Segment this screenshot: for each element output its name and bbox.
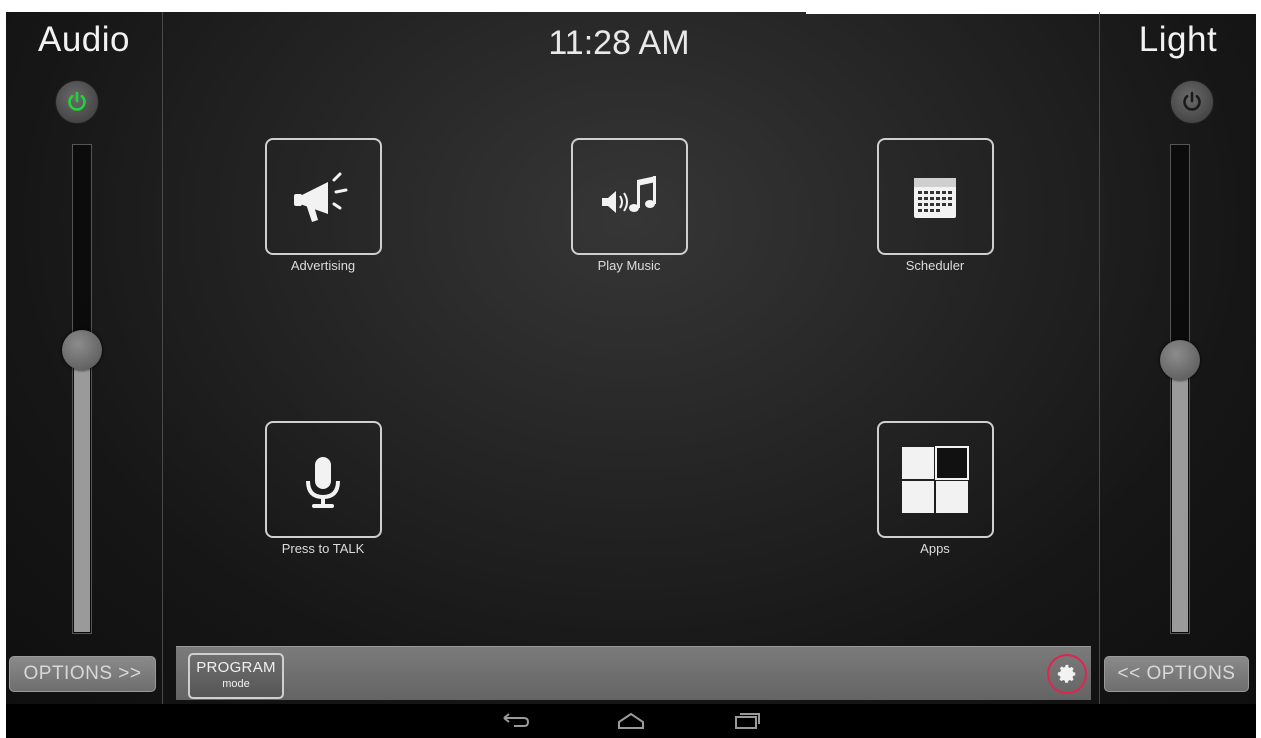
settings-button[interactable] bbox=[1047, 654, 1087, 694]
power-icon bbox=[68, 91, 86, 111]
advertising-button[interactable] bbox=[264, 138, 382, 255]
light-level-slider[interactable] bbox=[1160, 144, 1200, 634]
microphone-icon bbox=[306, 456, 340, 508]
tile-scheduler[interactable]: Scheduler bbox=[835, 138, 1035, 273]
light-slider-fill bbox=[1172, 358, 1188, 632]
press-to-talk-button[interactable] bbox=[264, 421, 382, 538]
program-mode-title: PROGRAM bbox=[196, 659, 276, 676]
light-power-button[interactable] bbox=[1170, 80, 1214, 124]
tile-label-advertising: Advertising bbox=[290, 258, 356, 273]
music-icon bbox=[602, 175, 656, 213]
audio-volume-slider[interactable] bbox=[62, 144, 102, 634]
main-background bbox=[6, 12, 1256, 704]
recent-apps-icon[interactable] bbox=[732, 712, 762, 730]
tile-play-music[interactable]: Play Music bbox=[529, 138, 729, 273]
bottom-toolbar: PROGRAM mode bbox=[176, 646, 1091, 700]
tile-label-apps: Apps bbox=[920, 541, 950, 556]
calendar-icon bbox=[914, 177, 956, 218]
audio-power-button[interactable] bbox=[55, 80, 99, 124]
tile-label-press-to-talk: Press to TALK bbox=[281, 541, 365, 556]
apps-grid-icon bbox=[902, 445, 969, 513]
tile-apps[interactable]: Apps bbox=[835, 421, 1035, 556]
android-nav-bar bbox=[6, 704, 1256, 738]
power-icon bbox=[1183, 91, 1201, 111]
megaphone-icon bbox=[294, 172, 348, 222]
back-icon[interactable] bbox=[500, 712, 530, 730]
apps-button[interactable] bbox=[876, 421, 994, 538]
audio-options-button[interactable]: OPTIONS >> bbox=[9, 656, 156, 692]
scheduler-button[interactable] bbox=[876, 138, 994, 255]
tile-label-scheduler: Scheduler bbox=[905, 258, 965, 273]
tile-press-to-talk[interactable]: Press to TALK bbox=[223, 421, 423, 556]
play-music-button[interactable] bbox=[570, 138, 688, 255]
light-slider-thumb[interactable] bbox=[1160, 339, 1200, 380]
audio-panel: Audio OPTIONS >> bbox=[6, 12, 163, 704]
home-icon[interactable] bbox=[616, 712, 646, 730]
audio-slider-thumb[interactable] bbox=[62, 329, 102, 370]
program-mode-subtitle: mode bbox=[222, 678, 250, 690]
tile-label-play-music: Play Music bbox=[597, 258, 661, 273]
audio-title: Audio bbox=[37, 20, 131, 59]
clock: 11:28 AM bbox=[548, 24, 690, 62]
tile-advertising[interactable]: Advertising bbox=[223, 138, 423, 273]
gear-icon bbox=[1057, 664, 1076, 683]
tablet-screen: Audio OPTIONS >> Light << OPTIONS 11:28 … bbox=[6, 12, 1256, 738]
audio-slider-fill bbox=[74, 348, 90, 632]
program-mode-button[interactable]: PROGRAM mode bbox=[188, 653, 284, 699]
light-title: Light bbox=[1138, 20, 1218, 59]
light-options-button[interactable]: << OPTIONS bbox=[1104, 656, 1249, 692]
